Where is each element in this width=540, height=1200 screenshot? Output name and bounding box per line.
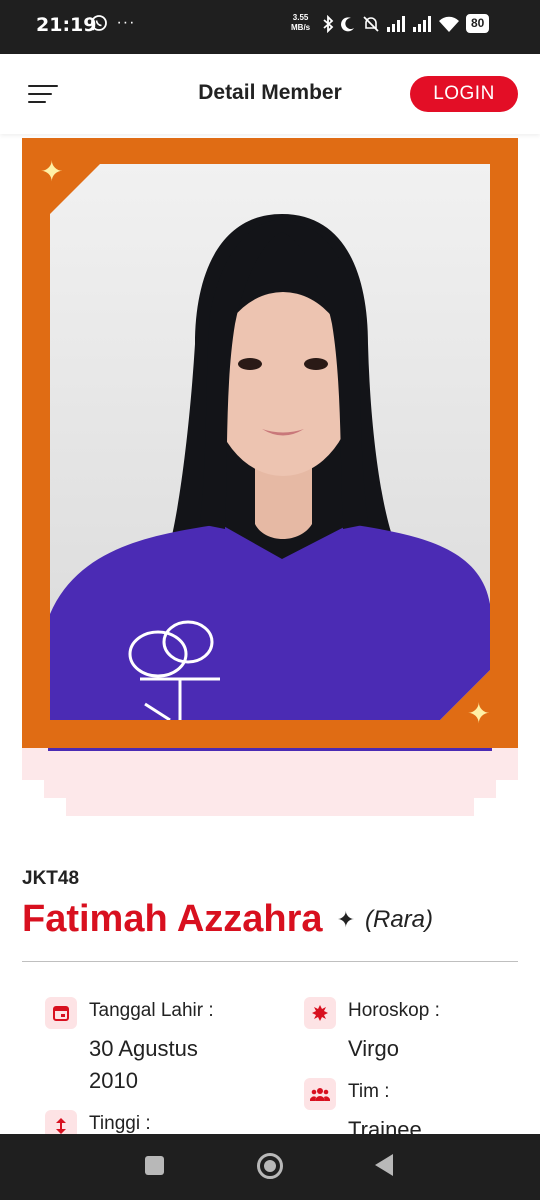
- card-shadow-band-3: [66, 798, 474, 816]
- network-speed: 3.55 MB/s: [291, 13, 310, 33]
- horoscope-value: Virgo: [348, 1036, 399, 1061]
- status-time: 21:19: [36, 14, 97, 36]
- member-photo: [50, 164, 490, 720]
- bluetooth-icon: [323, 14, 334, 33]
- login-button[interactable]: LOGIN: [410, 76, 518, 112]
- card-shadow-band-2: [44, 780, 496, 798]
- horoscope-icon: [304, 997, 336, 1029]
- group-icon: [304, 1078, 336, 1110]
- member-portrait: [50, 214, 490, 720]
- birth-date-info: Tanggal Lahir : 30 Agustus 2010: [45, 997, 265, 1107]
- app-header: Detail Member LOGIN: [0, 54, 540, 134]
- divider: [22, 961, 518, 962]
- mute-bell-icon: [363, 15, 379, 32]
- member-nickname: (Rara): [365, 905, 434, 933]
- status-left-icons: ···: [90, 14, 135, 32]
- horoscope-label: Horoskop :: [348, 1000, 440, 1021]
- star-icon: ✦: [336, 906, 355, 932]
- member-name: Fatimah Azzahra: [22, 898, 323, 940]
- team-info: Tim : Trainee: [304, 1078, 504, 1142]
- wifi-icon: [439, 16, 459, 32]
- sparkle-icon-top: ✦: [40, 156, 64, 187]
- back-button[interactable]: [375, 1154, 393, 1176]
- status-icons: 80: [322, 14, 490, 33]
- height-label: Tinggi :: [89, 1113, 151, 1134]
- member-photo-frame: ✦ ✦: [22, 138, 518, 748]
- home-button[interactable]: [257, 1153, 283, 1179]
- more-dots-icon: ···: [116, 14, 136, 31]
- recent-apps-button[interactable]: [145, 1156, 164, 1175]
- member-name-row: Fatimah Azzahra ✦ (Rara): [22, 898, 433, 941]
- battery-icon: 80: [466, 14, 490, 33]
- birth-date-value: 30 Agustus 2010: [89, 1036, 198, 1093]
- sparkle-icon-bottom: ✦: [467, 698, 491, 729]
- calendar-icon: [45, 997, 77, 1029]
- card-purple-strip: [48, 748, 492, 751]
- signal-icon-2: [413, 15, 431, 32]
- signal-icon: [387, 15, 405, 32]
- status-bar: 21:19 ··· 3.55 MB/s 80: [0, 0, 540, 54]
- birth-date-label: Tanggal Lahir :: [89, 1000, 214, 1021]
- network-speed-value: 3.55: [292, 13, 309, 22]
- team-label: Tim :: [348, 1081, 390, 1102]
- network-speed-unit: MB/s: [291, 23, 311, 32]
- card-shadow-band: [22, 748, 518, 780]
- member-group: JKT48: [22, 868, 80, 889]
- system-nav-bar: [0, 1134, 540, 1200]
- moon-icon: [341, 16, 354, 31]
- whatsapp-icon: [91, 15, 107, 31]
- horoscope-info: Horoskop : Virgo: [304, 997, 504, 1067]
